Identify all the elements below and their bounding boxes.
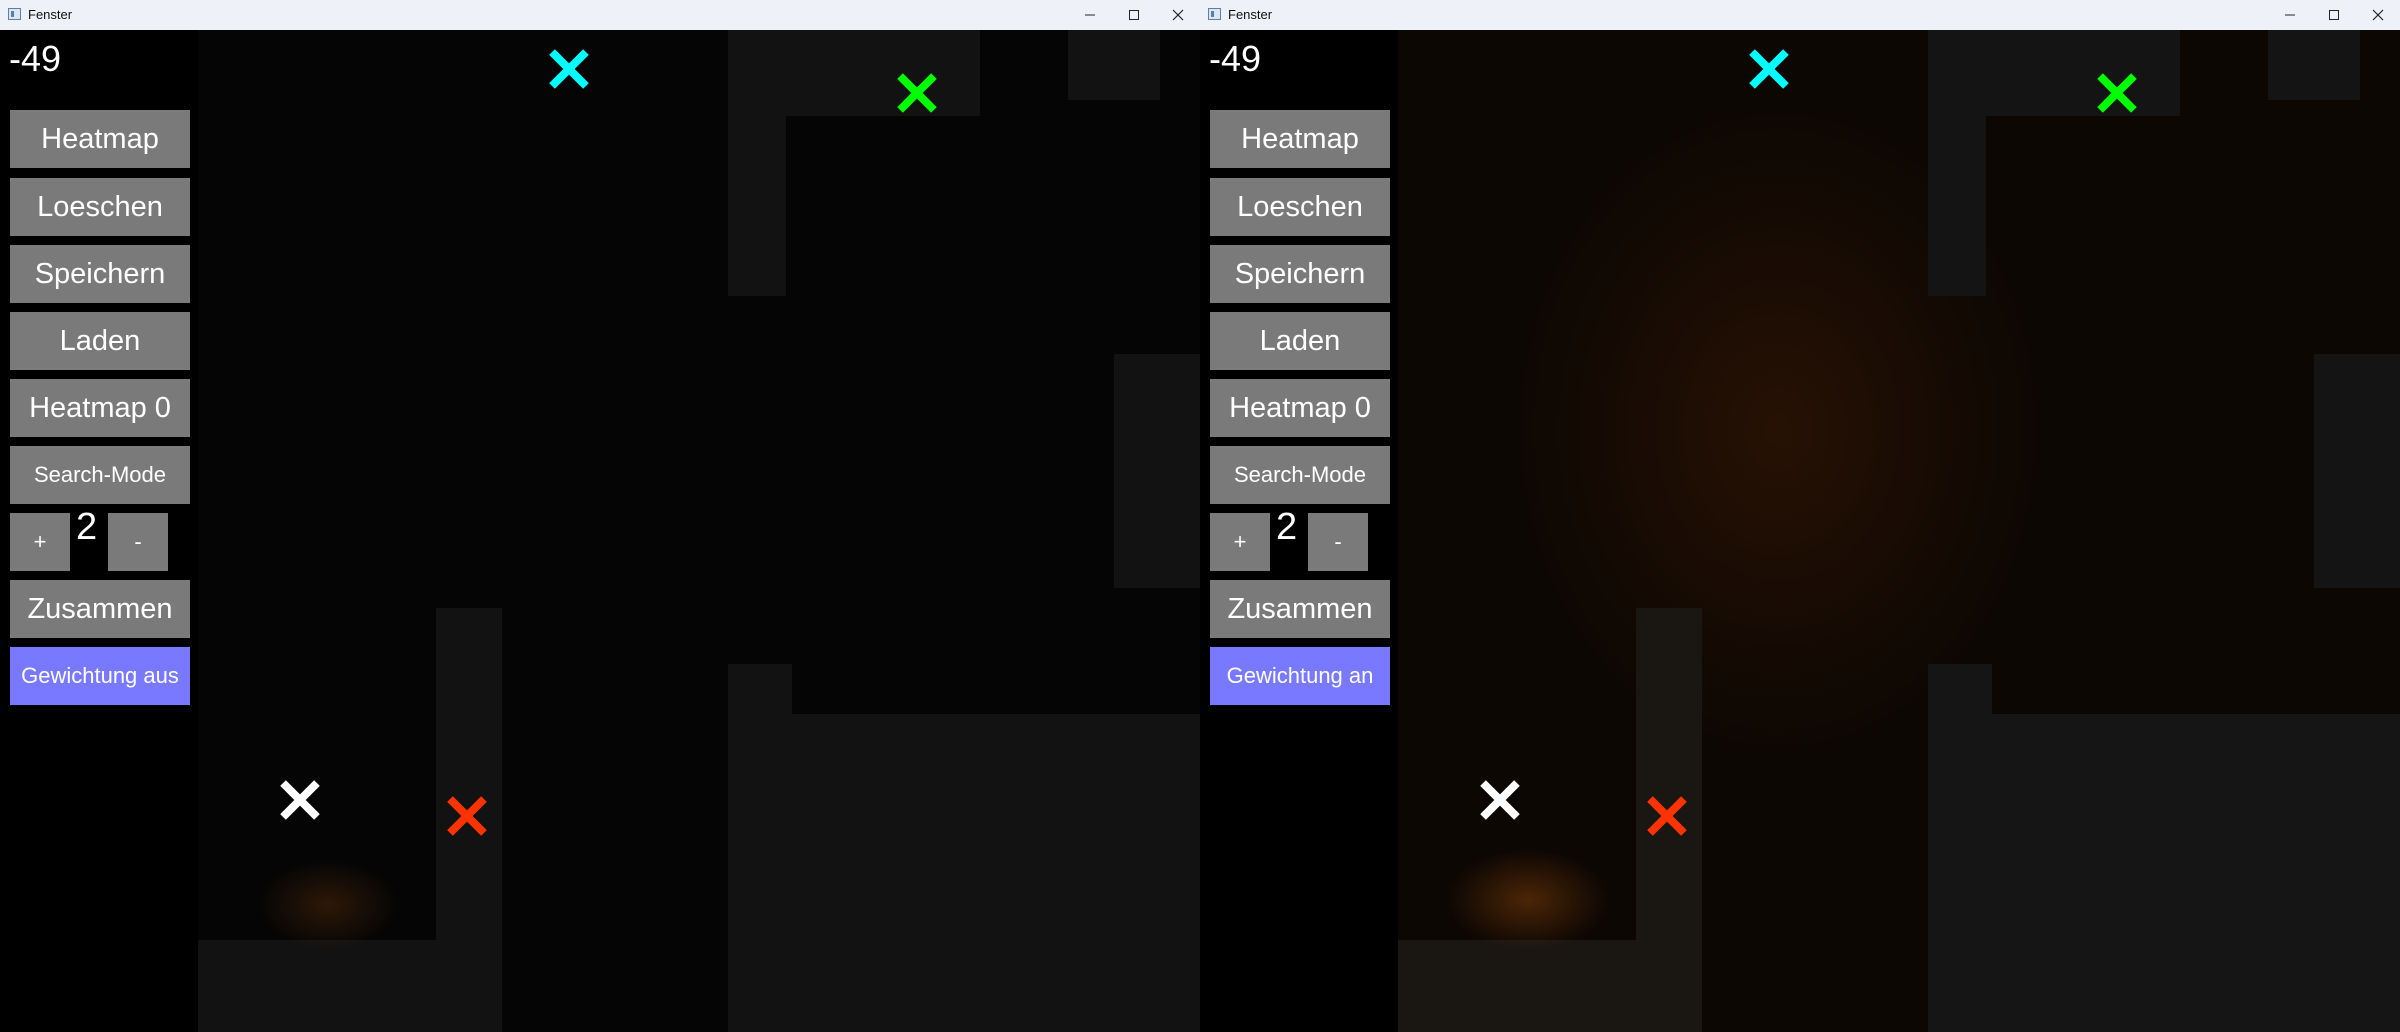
zusammen-button[interactable]: Zusammen: [10, 580, 190, 638]
plus-button[interactable]: +: [1210, 513, 1270, 571]
gewichtung-toggle[interactable]: Gewichtung an: [1210, 647, 1390, 705]
minus-button[interactable]: -: [108, 513, 168, 571]
heat-glow: [1448, 850, 1608, 950]
laden-button[interactable]: Laden: [1210, 312, 1390, 370]
close-button[interactable]: [1156, 0, 1200, 30]
search-mode-button[interactable]: Search-Mode: [1210, 446, 1390, 504]
maximize-icon: [1129, 10, 1139, 20]
minimize-icon: [1085, 14, 1095, 16]
close-icon: [2372, 9, 2384, 21]
minimize-button[interactable]: [2268, 0, 2312, 30]
client-area: -49 Heatmap Loeschen Speichern Laden Hea…: [1200, 30, 2400, 1032]
control-panel: -49 Heatmap Loeschen Speichern Laden Hea…: [0, 30, 198, 1032]
wall-block: [1928, 30, 2180, 116]
client-area: -49 Heatmap Loeschen Speichern Laden Hea…: [0, 30, 1200, 1032]
map-canvas[interactable]: [1398, 30, 2400, 1032]
map-canvas[interactable]: [198, 30, 1200, 1032]
counter-value: 2: [76, 506, 98, 548]
wall-block: [728, 30, 980, 116]
close-button[interactable]: [2356, 0, 2400, 30]
left-window: Fenster -49 Heatmap Loeschen Speichern L…: [0, 0, 1200, 1032]
search-mode-button[interactable]: Search-Mode: [10, 446, 190, 504]
app-icon: [1208, 8, 1221, 20]
maximize-button[interactable]: [1112, 0, 1156, 30]
wall-block: [1928, 714, 2400, 1032]
minimize-icon: [2285, 14, 2295, 16]
counter-value: 2: [1276, 506, 1298, 548]
loeschen-button[interactable]: Loeschen: [10, 178, 190, 236]
window-title: Fenster: [28, 7, 73, 22]
loeschen-button[interactable]: Loeschen: [1210, 178, 1390, 236]
wall-block: [728, 714, 1200, 1032]
gewichtung-toggle[interactable]: Gewichtung aus: [10, 647, 190, 705]
zusammen-button[interactable]: Zusammen: [1210, 580, 1390, 638]
plus-button[interactable]: +: [10, 513, 70, 571]
right-window: Fenster -49 Heatmap Loeschen Speichern L…: [1200, 0, 2400, 1032]
window-title: Fenster: [1228, 7, 1273, 22]
speichern-button[interactable]: Speichern: [10, 245, 190, 303]
speichern-button[interactable]: Speichern: [1210, 245, 1390, 303]
score-display: -49: [1209, 38, 1262, 79]
app-icon: [8, 8, 21, 20]
heatmap-index-button[interactable]: Heatmap 0: [10, 379, 190, 437]
minus-button[interactable]: -: [1308, 513, 1368, 571]
maximize-button[interactable]: [2312, 0, 2356, 30]
wall-block: [198, 940, 502, 1032]
heatmap-button[interactable]: Heatmap: [1210, 110, 1390, 168]
title-bar[interactable]: Fenster: [0, 0, 1200, 30]
minimize-button[interactable]: [1068, 0, 1112, 30]
title-bar[interactable]: Fenster: [1200, 0, 2400, 30]
heat-glow: [258, 860, 398, 950]
maximize-icon: [2329, 10, 2339, 20]
laden-button[interactable]: Laden: [10, 312, 190, 370]
wall-block: [1398, 940, 1702, 1032]
heatmap-index-button[interactable]: Heatmap 0: [1210, 379, 1390, 437]
wall-block: [2268, 30, 2360, 100]
heatmap-button[interactable]: Heatmap: [10, 110, 190, 168]
wall-block: [2314, 354, 2400, 588]
control-panel: -49 Heatmap Loeschen Speichern Laden Hea…: [1200, 30, 1398, 1032]
wall-block: [1114, 354, 1200, 588]
wall-block: [1068, 30, 1160, 100]
close-icon: [1172, 9, 1184, 21]
score-display: -49: [9, 38, 62, 79]
